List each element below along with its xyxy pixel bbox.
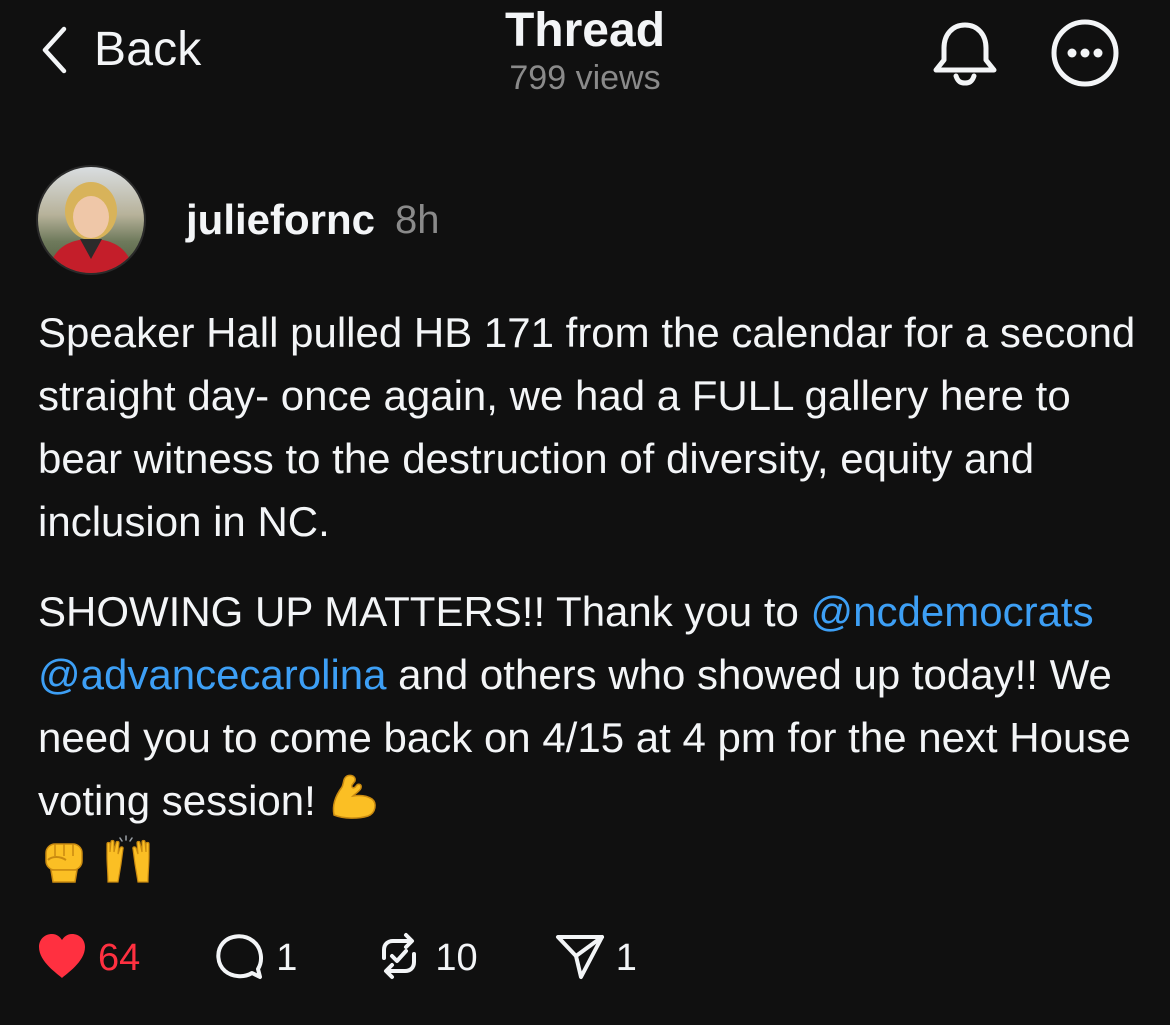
post-paragraph-1: Speaker Hall pulled HB 171 from the cale… bbox=[38, 309, 1136, 545]
share-button[interactable]: 1 bbox=[554, 930, 637, 987]
back-button[interactable]: Back bbox=[40, 22, 202, 77]
post-paragraph-2: SHOWING UP MATTERS!! Thank you to @ncdem… bbox=[38, 580, 1138, 895]
mention-link[interactable]: @ncdemocrats bbox=[811, 588, 1094, 635]
author-username[interactable]: juliefornc bbox=[186, 196, 375, 244]
send-icon bbox=[554, 930, 606, 987]
post-author: juliefornc 8h bbox=[36, 165, 440, 275]
share-count: 1 bbox=[615, 936, 637, 979]
page-title: Thread bbox=[504, 4, 666, 57]
chevron-left-icon bbox=[40, 26, 68, 74]
raised-fist-icon bbox=[38, 834, 90, 886]
bell-icon[interactable] bbox=[931, 20, 999, 91]
like-count: 64 bbox=[98, 936, 141, 979]
mention-link[interactable]: @advancecarolina bbox=[38, 651, 387, 698]
view-count: 799 views bbox=[509, 59, 661, 97]
post-time: 8h bbox=[395, 197, 440, 242]
post-body: Speaker Hall pulled HB 171 from the cale… bbox=[38, 301, 1138, 895]
repost-icon bbox=[373, 930, 425, 987]
post-actions: 64 1 10 1 bbox=[36, 926, 637, 990]
back-label: Back bbox=[94, 23, 202, 76]
like-button[interactable]: 64 bbox=[36, 932, 140, 985]
comment-icon bbox=[214, 930, 266, 987]
reply-button[interactable]: 1 bbox=[214, 930, 297, 987]
flexed-biceps-icon bbox=[328, 771, 380, 823]
reply-count: 1 bbox=[276, 936, 298, 979]
avatar[interactable] bbox=[36, 165, 146, 275]
top-bar: Back Thread 799 views bbox=[0, 0, 1170, 120]
more-icon[interactable] bbox=[1050, 18, 1120, 93]
heart-icon bbox=[36, 932, 88, 985]
header-title-group: Thread 799 views bbox=[385, 4, 785, 98]
repost-count: 10 bbox=[435, 936, 478, 979]
repost-button[interactable]: 10 bbox=[373, 930, 478, 987]
post-text: SHOWING UP MATTERS!! Thank you to bbox=[38, 588, 811, 635]
raising-hands-icon bbox=[102, 834, 154, 886]
